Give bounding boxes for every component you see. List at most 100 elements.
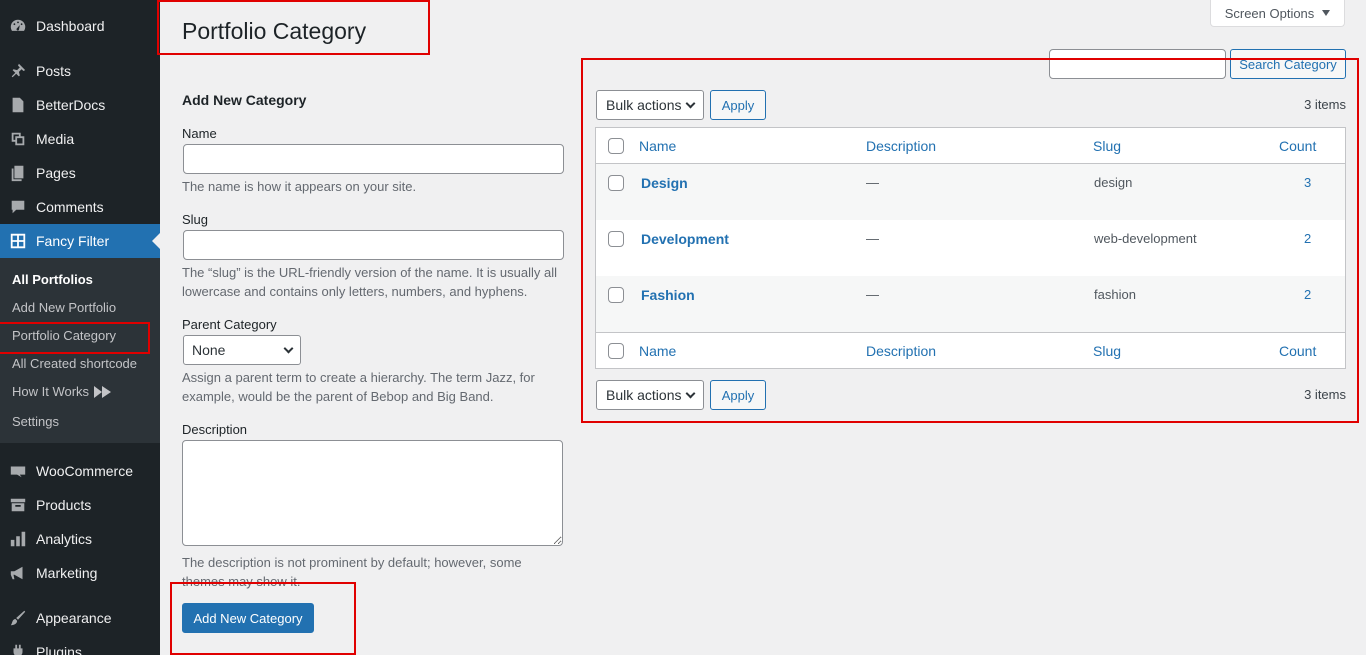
description-textarea[interactable] <box>182 440 563 546</box>
menu-item-pages[interactable]: Pages <box>0 156 160 190</box>
menu-label: Products <box>36 497 92 513</box>
menu-item-marketing[interactable]: Marketing <box>0 556 160 590</box>
fast-forward-icon <box>94 385 112 398</box>
grid-icon <box>0 232 36 250</box>
term-count-link[interactable]: 2 <box>1304 287 1311 302</box>
term-slug: fashion <box>1094 287 1136 302</box>
search-category-input[interactable] <box>1049 49 1226 79</box>
menu-label: Plugins <box>36 644 82 655</box>
docs-icon <box>0 96 36 114</box>
parent-category-label: Parent Category <box>182 317 277 332</box>
description-help-text: The description is not prominent by defa… <box>182 555 522 589</box>
term-name-link[interactable]: Development <box>641 231 729 247</box>
table-header-row: Name Description Slug Count <box>596 128 1345 164</box>
bulk-actions-value: Bulk actions <box>606 387 682 403</box>
row-checkbox[interactable] <box>608 287 624 303</box>
term-slug: design <box>1094 175 1133 190</box>
menu-item-dashboard[interactable]: Dashboard <box>0 9 160 43</box>
menu-item-fancy-filter[interactable]: Fancy Filter <box>0 224 160 258</box>
categories-table: Name Description Slug Count Design — des… <box>595 127 1346 369</box>
term-count-link[interactable]: 2 <box>1304 231 1311 246</box>
comment-icon <box>0 198 36 216</box>
page-title: Portfolio Category <box>182 18 367 44</box>
chevron-down-icon <box>685 388 696 398</box>
submenu-add-new-portfolio[interactable]: Add New Portfolio <box>12 300 116 315</box>
add-new-category-button[interactable]: Add New Category <box>182 603 314 633</box>
term-description: — <box>866 287 879 302</box>
menu-label: Analytics <box>36 531 93 547</box>
dashboard-icon <box>0 17 36 35</box>
name-help-text: The name is how it appears on your site. <box>182 179 417 194</box>
menu-item-media[interactable]: Media <box>0 122 160 156</box>
menu-label: Marketing <box>36 565 98 581</box>
woo-icon <box>0 462 36 480</box>
menu-item-comments[interactable]: Comments <box>0 190 160 224</box>
menu-item-products[interactable]: Products <box>0 488 160 522</box>
menu-label: Posts <box>36 63 72 79</box>
parent-help-text: Assign a parent term to create a hierarc… <box>182 370 535 404</box>
term-slug: web-development <box>1094 231 1197 246</box>
parent-category-value: None <box>192 342 226 358</box>
items-count-top: 3 items <box>1304 97 1346 112</box>
submenu-all-portfolios[interactable]: All Portfolios <box>12 272 93 287</box>
submenu-settings[interactable]: Settings <box>12 414 59 429</box>
table-row: Development — web-development 2 <box>596 220 1345 276</box>
bulk-actions-select-bottom[interactable]: Bulk actions <box>596 380 704 410</box>
menu-label: BetterDocs <box>36 97 106 113</box>
description-label: Description <box>182 422 248 437</box>
column-footer-slug[interactable]: Slug <box>1093 343 1121 359</box>
brush-icon <box>0 609 36 627</box>
submenu-how-it-works[interactable]: How It Works <box>12 384 112 399</box>
column-header-count[interactable]: Count <box>1279 138 1316 154</box>
apply-button-top[interactable]: Apply <box>710 90 766 120</box>
slug-help-text: The “slug” is the URL-friendly version o… <box>182 265 557 299</box>
name-input[interactable] <box>183 144 564 174</box>
select-all-checkbox[interactable] <box>608 343 624 359</box>
submenu-portfolio-category[interactable]: Portfolio Category <box>12 328 116 343</box>
items-count-bottom: 3 items <box>1304 387 1346 402</box>
row-checkbox[interactable] <box>608 231 624 247</box>
form-heading: Add New Category <box>182 92 307 108</box>
submenu-all-created-shortcode[interactable]: All Created shortcode <box>12 356 137 371</box>
slug-input[interactable] <box>183 230 564 260</box>
bulk-actions-value: Bulk actions <box>606 97 682 113</box>
fancy-filter-submenu: All Portfolios Add New Portfolio Portfol… <box>0 258 160 443</box>
term-name-link[interactable]: Design <box>641 175 688 191</box>
menu-item-betterdocs[interactable]: BetterDocs <box>0 88 160 122</box>
row-checkbox[interactable] <box>608 175 624 191</box>
table-row: Design — design 3 <box>596 164 1345 220</box>
menu-label: Pages <box>36 165 76 181</box>
admin-sidebar: Dashboard Posts BetterDocs Media Pages C… <box>0 0 160 655</box>
term-description: — <box>866 175 879 190</box>
screen-options-button[interactable]: Screen Options <box>1210 0 1345 27</box>
menu-label: Dashboard <box>36 18 105 34</box>
table-row: Fashion — fashion 2 <box>596 276 1345 332</box>
column-header-slug[interactable]: Slug <box>1093 138 1121 154</box>
plug-icon <box>0 643 36 655</box>
menu-item-woocommerce[interactable]: WooCommerce <box>0 454 160 488</box>
name-label: Name <box>182 126 217 141</box>
menu-item-posts[interactable]: Posts <box>0 54 160 88</box>
parent-category-select[interactable]: None <box>183 335 301 365</box>
menu-label: Appearance <box>36 610 112 626</box>
table-footer-row: Name Description Slug Count <box>596 332 1345 368</box>
column-footer-name[interactable]: Name <box>639 343 676 359</box>
column-footer-count[interactable]: Count <box>1279 343 1316 359</box>
menu-item-analytics[interactable]: Analytics <box>0 522 160 556</box>
column-footer-description[interactable]: Description <box>866 343 936 359</box>
column-header-name[interactable]: Name <box>639 138 676 154</box>
term-count-link[interactable]: 3 <box>1304 175 1311 190</box>
term-name-link[interactable]: Fashion <box>641 287 695 303</box>
select-all-checkbox[interactable] <box>608 138 624 154</box>
megaphone-icon <box>0 564 36 582</box>
chevron-down-icon <box>685 98 696 108</box>
apply-button-bottom[interactable]: Apply <box>710 380 766 410</box>
bulk-actions-select-top[interactable]: Bulk actions <box>596 90 704 120</box>
menu-label: Fancy Filter <box>36 233 110 249</box>
menu-label: Media <box>36 131 75 147</box>
menu-item-appearance[interactable]: Appearance <box>0 601 160 635</box>
search-category-button[interactable]: Search Category <box>1230 49 1346 79</box>
caret-down-icon <box>1322 10 1331 16</box>
menu-item-plugins[interactable]: Plugins <box>0 635 160 655</box>
column-header-description[interactable]: Description <box>866 138 936 154</box>
